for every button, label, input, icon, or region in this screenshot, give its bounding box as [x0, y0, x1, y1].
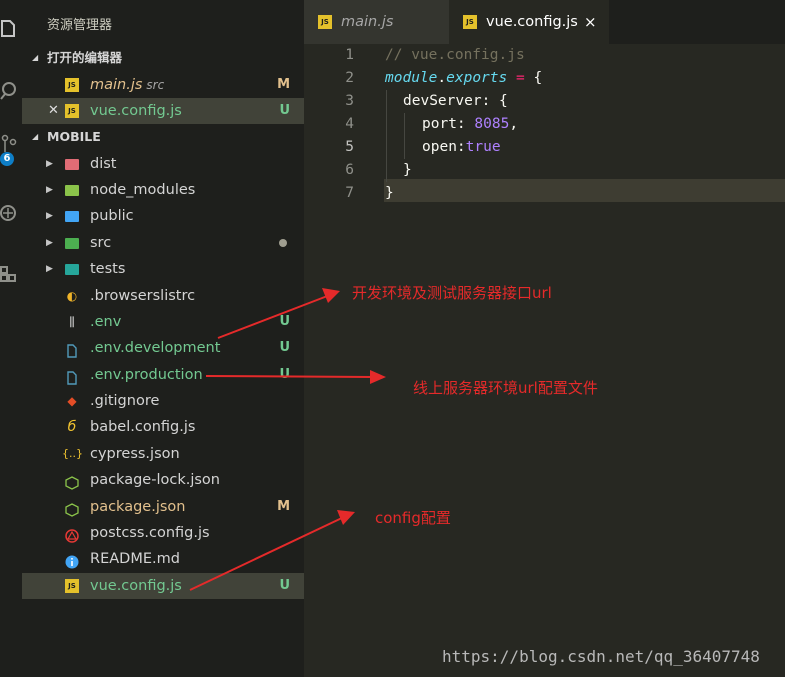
watermark: https://blog.csdn.net/qq_36407748 [442, 647, 760, 666]
annotation-prod-env: 线上服务器环境url配置文件 [413, 379, 598, 397]
arrow-prod [205, 370, 386, 384]
arrow-dev [217, 288, 340, 339]
annotation-config: config配置 [375, 509, 451, 527]
annotation-arrows [189, 288, 386, 591]
arrow-config [189, 510, 355, 591]
annotation-dev-env: 开发环境及测试服务器接口url [352, 284, 552, 302]
